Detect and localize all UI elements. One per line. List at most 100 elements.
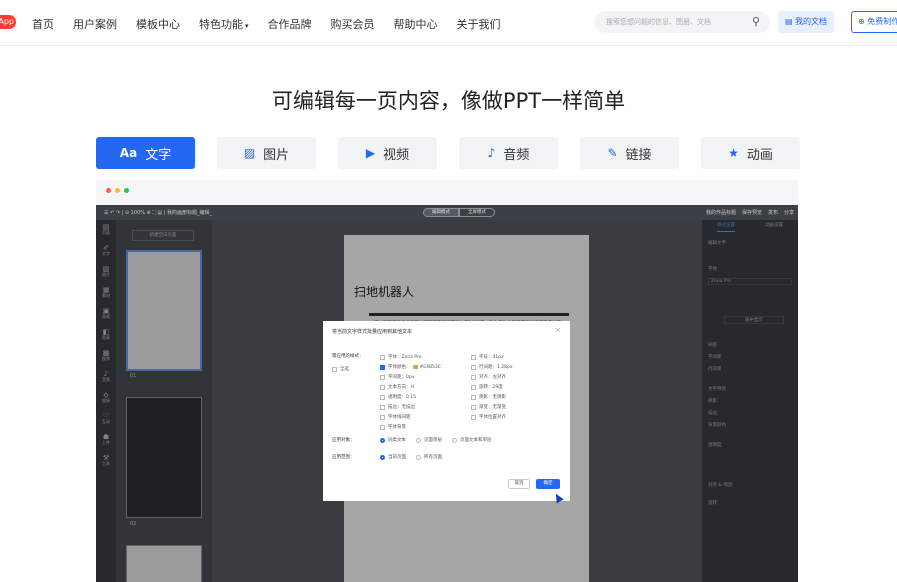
music-icon: ♪ <box>487 146 496 160</box>
option-label: 描边：无描边 <box>388 405 415 410</box>
tab-text-label: 文字 <box>145 147 172 163</box>
style-option[interactable]: 阴影：无阴影 <box>471 394 506 400</box>
close-dot-icon <box>106 188 111 193</box>
color-value: #E4B53C <box>419 364 441 370</box>
tab-video[interactable]: ▶ 视频 <box>338 137 437 169</box>
style-option[interactable]: 字体：Zona Pro <box>380 354 422 360</box>
option-label: 字间距：0px <box>388 375 415 380</box>
share-button[interactable]: 分享 <box>784 209 794 216</box>
nav-features-label: 特色功能 <box>199 18 243 31</box>
checkbox-icon <box>471 354 476 360</box>
main-nav: 首页 用户案例 模板中心 特色功能 ▾ 合作品牌 购买会员 帮助中心 关于我们 <box>32 16 520 32</box>
radio-label: 当前页面 <box>388 455 406 460</box>
range-radio[interactable]: 所有页面 <box>416 454 442 460</box>
search-input[interactable]: 搜索您想问题的信息、图册、文档 ⚲ <box>594 11 770 33</box>
nav-cases[interactable]: 用户案例 <box>73 16 117 32</box>
search-placeholder: 搜索您想问题的信息、图册、文档 <box>606 18 711 26</box>
nav-features[interactable]: 特色功能 ▾ <box>199 16 249 32</box>
doc-icon: ▤ <box>784 17 796 26</box>
checkbox-icon <box>380 354 385 360</box>
nav-membership[interactable]: 购买会员 <box>331 16 375 32</box>
radio-icon <box>416 437 421 443</box>
tab-link-label: 链接 <box>625 147 652 163</box>
nav-brands[interactable]: 合作品牌 <box>268 16 312 32</box>
checkbox-icon <box>471 404 476 410</box>
close-icon[interactable]: × <box>555 326 561 334</box>
work-title[interactable]: 我的作品标题 <box>706 209 736 216</box>
checkbox-icon <box>380 394 385 400</box>
style-option[interactable]: 字体线间距 <box>380 414 411 420</box>
style-option[interactable]: 旋转：29度 <box>471 384 503 390</box>
link-icon: ✎ <box>607 146 618 160</box>
target-radio[interactable]: 页面单层 <box>416 437 442 443</box>
free-make-label: 免费制作 <box>867 17 897 26</box>
tab-audio[interactable]: ♪ 音频 <box>459 137 558 169</box>
style-option[interactable]: 描边：无描边 <box>380 404 415 410</box>
maximize-dot-icon <box>124 188 129 193</box>
option-label: 文本方向：H <box>388 385 414 390</box>
tab-text[interactable]: Aa 文字 <box>96 137 195 169</box>
style-option[interactable]: 字号：41px <box>471 354 504 360</box>
range-label: 应用范围： <box>332 455 355 460</box>
radio-checked-icon <box>380 437 385 443</box>
target-label: 应用对象： <box>332 438 355 443</box>
target-radio[interactable]: 页面文本和单层 <box>452 437 492 443</box>
style-option[interactable]: 字体背景 <box>380 424 406 430</box>
target-radio[interactable]: 同类文本 <box>380 437 406 443</box>
style-option[interactable]: 字体位置对齐 <box>471 414 506 420</box>
style-option[interactable]: 行间距：1.28px <box>471 364 513 370</box>
style-option[interactable]: 渐变：无渐变 <box>471 404 506 410</box>
checkbox-checked-icon <box>380 364 385 370</box>
tab-image[interactable]: ▨ 图片 <box>217 137 316 169</box>
search-icon[interactable]: ⚲ <box>752 11 760 33</box>
app-logo[interactable]: App <box>0 15 16 29</box>
tab-video-label: 视频 <box>383 147 410 163</box>
checkbox-icon <box>380 374 385 380</box>
style-option[interactable]: 字间距：0px <box>380 374 414 380</box>
radio-label: 同类文本 <box>388 438 406 443</box>
option-label: 阴影：无阴影 <box>479 395 506 400</box>
styles-label: 需应用的样式： <box>332 354 364 359</box>
toolbar-left[interactable]: ☰ ↶ ↷ | ⊖ 100% ⊕ ⛶ ▤ | 我的画册标题_编辑_ <box>104 209 212 216</box>
radio-label: 所有页面 <box>424 455 442 460</box>
save-preview-button[interactable]: 保存预览 <box>742 209 762 216</box>
style-option[interactable]: 字体颜色： #E4B53C <box>380 364 441 370</box>
style-option[interactable]: 对齐：左对齐 <box>471 374 506 380</box>
radio-label: 页面文本和单层 <box>460 438 492 443</box>
chevron-down-icon: ▾ <box>245 22 249 30</box>
page-headline: 可编辑每一页内容，像做PPT一样简单 <box>271 89 626 113</box>
option-label: 字号：41px <box>479 355 504 360</box>
checkbox-icon <box>380 414 385 420</box>
my-docs-button[interactable]: ▤ 我的文档 <box>778 11 834 33</box>
mode-fullscreen[interactable]: 全屏模式 <box>459 208 495 217</box>
my-docs-label: 我的文档 <box>795 17 828 26</box>
confirm-button[interactable]: 确定 <box>536 479 560 489</box>
image-icon: ▨ <box>243 146 256 160</box>
tab-link[interactable]: ✎ 链接 <box>580 137 679 169</box>
radio-icon <box>452 437 457 443</box>
option-label: 字体：Zona Pro <box>388 355 422 360</box>
mode-edit[interactable]: 编辑模式 <box>423 208 459 217</box>
range-radio[interactable]: 当前页面 <box>380 454 406 460</box>
select-all-checkbox[interactable]: 全选 <box>332 366 349 372</box>
cancel-button[interactable]: 取消 <box>508 479 530 489</box>
option-label: 字体位置对齐 <box>479 415 506 420</box>
publish-button[interactable]: 发布 <box>768 209 778 216</box>
checkbox-icon <box>471 384 476 390</box>
mode-switch: 编辑模式 全屏模式 <box>423 208 495 217</box>
minimize-dot-icon <box>115 188 120 193</box>
editor-toolbar: ☰ ↶ ↷ | ⊖ 100% ⊕ ⛶ ▤ | 我的画册标题_编辑_ 编辑模式 全… <box>96 205 798 220</box>
video-icon: ▶ <box>365 146 376 160</box>
select-all-label: 全选 <box>340 367 349 372</box>
tab-animation[interactable]: ★ 动画 <box>701 137 800 169</box>
radio-label: 页面单层 <box>424 438 442 443</box>
feature-tabs: Aa 文字 ▨ 图片 ▶ 视频 ♪ 音频 ✎ 链接 ★ 动画 <box>96 137 800 169</box>
nav-about[interactable]: 关于我们 <box>457 16 501 32</box>
nav-templates[interactable]: 模板中心 <box>136 16 180 32</box>
free-make-button[interactable]: ⊕ 免费制作 <box>851 11 897 33</box>
option-label: 字体颜色： <box>388 365 411 370</box>
nav-home[interactable]: 首页 <box>32 16 54 32</box>
nav-help[interactable]: 帮助中心 <box>394 16 438 32</box>
style-option[interactable]: 文本方向：H <box>380 384 414 390</box>
style-option[interactable]: 透明度：0.15 <box>380 394 416 400</box>
